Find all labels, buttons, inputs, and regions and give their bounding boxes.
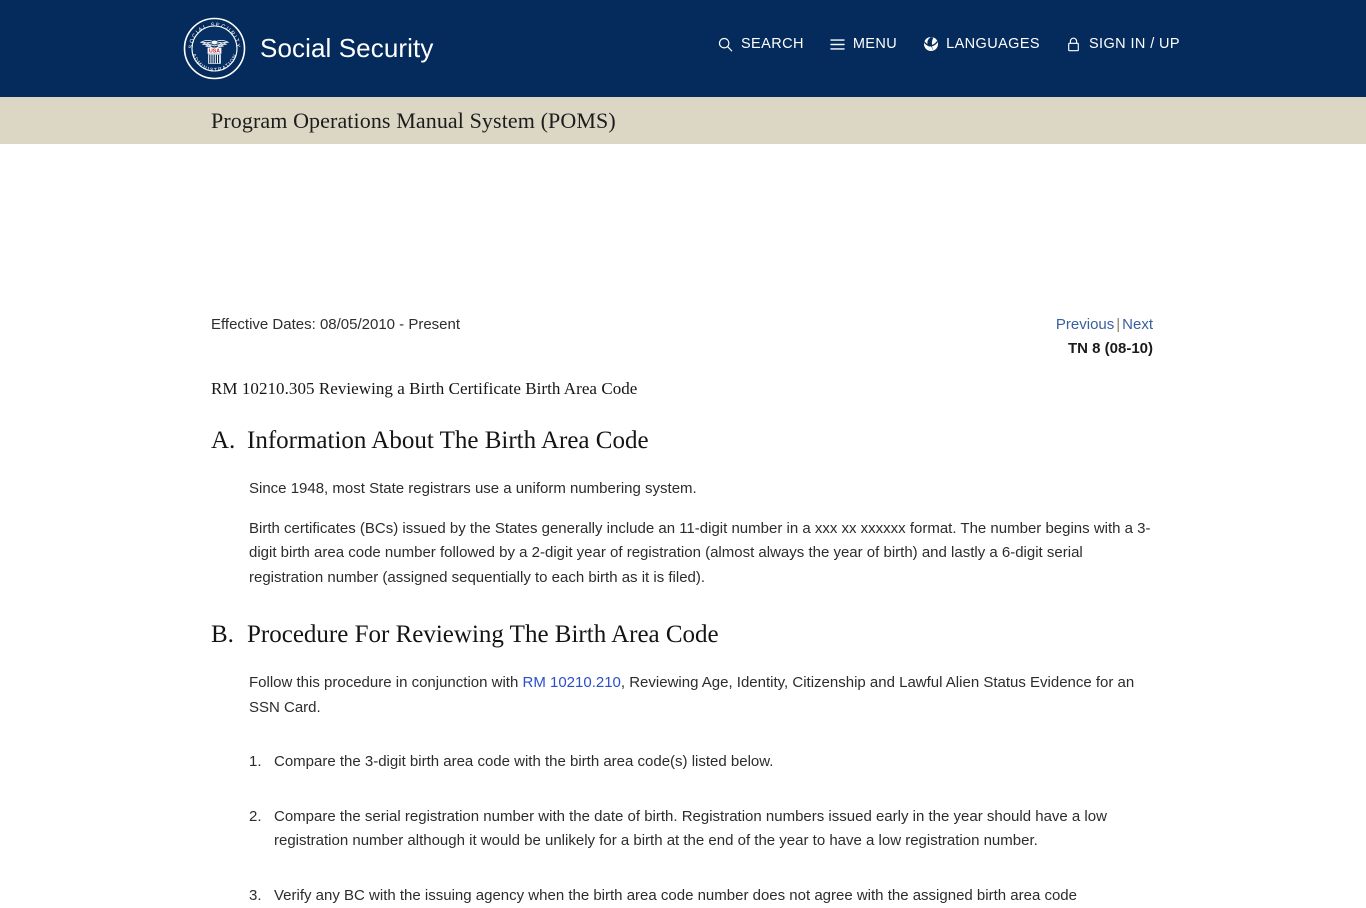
poms-title-bar: Program Operations Manual System (POMS) <box>0 97 1366 144</box>
section-b-letter: B. <box>211 618 247 652</box>
section-a-paragraph-2: Birth certificates (BCs) issued by the S… <box>0 517 1366 591</box>
nav-item-sign-in-up[interactable]: SIGN IN / UP <box>1066 36 1180 52</box>
list-item: 3. Verify any BC with the issuing agency… <box>0 884 1366 908</box>
effective-dates: Effective Dates: 08/05/2010 - Present <box>211 315 460 334</box>
transmittal-number: TN 8 (08-10) <box>853 338 1153 360</box>
document-pager: Previous|Next TN 8 (08-10) <box>853 315 1153 360</box>
procedure-list: 1. Compare the 3-digit birth area code w… <box>0 750 1366 908</box>
list-item-number: 1. <box>249 750 274 775</box>
lock-icon <box>1066 36 1082 52</box>
nav-label-languages: LANGUAGES <box>946 36 1040 52</box>
next-link[interactable]: Next <box>1122 316 1153 333</box>
section-b-intro: Follow this procedure in conjunction wit… <box>0 671 1366 720</box>
section-a-heading: A. Information About The Birth Area Code <box>0 424 1366 458</box>
hamburger-menu-icon <box>830 36 846 52</box>
search-icon <box>718 36 734 52</box>
nav-item-search[interactable]: SEARCH <box>718 36 804 52</box>
previous-link[interactable]: Previous <box>1056 316 1114 333</box>
section-a: A. Information About The Birth Area Code… <box>0 424 1366 590</box>
globe-icon <box>923 36 939 52</box>
list-item: 1. Compare the 3-digit birth area code w… <box>0 750 1366 775</box>
list-item-text: Compare the serial registration number w… <box>274 805 1151 854</box>
brand-name: Social Security <box>260 17 433 80</box>
svg-text:USA: USA <box>209 48 220 54</box>
nav-item-menu[interactable]: MENU <box>830 36 897 52</box>
pager-separator: | <box>1114 316 1122 333</box>
section-b: B. Procedure For Reviewing The Birth Are… <box>0 618 1366 908</box>
list-item-text: Verify any BC with the issuing agency wh… <box>274 884 1151 908</box>
poms-title: Program Operations Manual System (POMS) <box>211 97 616 144</box>
section-a-title: Information About The Birth Area Code <box>247 424 649 458</box>
section-a-letter: A. <box>211 424 247 458</box>
section-b-title: Procedure For Reviewing The Birth Area C… <box>247 618 719 652</box>
list-item-number: 3. <box>249 884 274 908</box>
pager-links: Previous|Next <box>853 315 1153 334</box>
section-a-paragraph-1: Since 1948, most State registrars use a … <box>0 477 1366 502</box>
nav-label-menu: MENU <box>853 36 897 52</box>
nav-item-languages[interactable]: LANGUAGES <box>923 36 1040 52</box>
document-body: A. Information About The Birth Area Code… <box>0 416 1366 908</box>
section-b-intro-before: Follow this procedure in conjunction wit… <box>249 674 522 691</box>
header-navigation: SEARCH MENU <box>718 36 1180 52</box>
section-b-heading: B. Procedure For Reviewing The Birth Are… <box>0 618 1366 652</box>
brand-home-link[interactable]: SOCIAL SECURITY ADMINISTRATION <box>183 17 433 80</box>
rm-section-heading: RM 10210.305 Reviewing a Birth Certifica… <box>211 379 637 399</box>
site-header: SOCIAL SECURITY ADMINISTRATION <box>0 0 1366 97</box>
list-item-number: 2. <box>249 805 274 854</box>
list-item: 2. Compare the serial registration numbe… <box>0 805 1366 854</box>
nav-label-sign-in-up: SIGN IN / UP <box>1089 36 1180 52</box>
nav-label-search: SEARCH <box>741 36 804 52</box>
ssa-seal-icon: SOCIAL SECURITY ADMINISTRATION <box>183 17 246 80</box>
list-item-text: Compare the 3-digit birth area code with… <box>274 750 1151 775</box>
rm-10210-210-link[interactable]: RM 10210.210 <box>522 674 620 691</box>
